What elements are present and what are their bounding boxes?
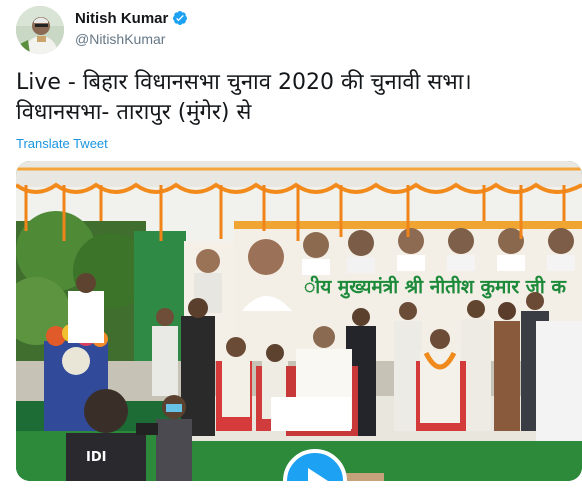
verified-badge-icon (172, 11, 187, 25)
author-handle[interactable]: @NitishKumar (75, 31, 165, 47)
translate-tweet-link[interactable]: Translate Tweet (16, 136, 108, 151)
video-player[interactable]: ीय मुख्यमंत्री श्री नीतीश कुमार जी क IDI (16, 161, 582, 481)
play-button[interactable] (283, 449, 347, 481)
author-name[interactable]: Nitish Kumar (75, 10, 168, 27)
jacket-text: IDI (86, 450, 106, 465)
tweet-text-line-1: Live - बिहार विधानसभा चुनाव 2020 की चुना… (16, 70, 472, 95)
play-icon (308, 468, 328, 481)
video-thumbnail: ीय मुख्यमंत्री श्री नीतीश कुमार जी क IDI (16, 161, 582, 481)
avatar-image (16, 6, 64, 54)
tweet-text: Live - बिहार विधानसभा चुनाव 2020 की चुना… (16, 68, 566, 128)
banner-text: ीय मुख्यमंत्री श्री नीतीश कुमार जी क (304, 275, 567, 299)
tweet-text-line-2: विधानसभा- तारापुर (मुंगेर) से (16, 100, 252, 125)
avatar[interactable] (16, 6, 64, 54)
